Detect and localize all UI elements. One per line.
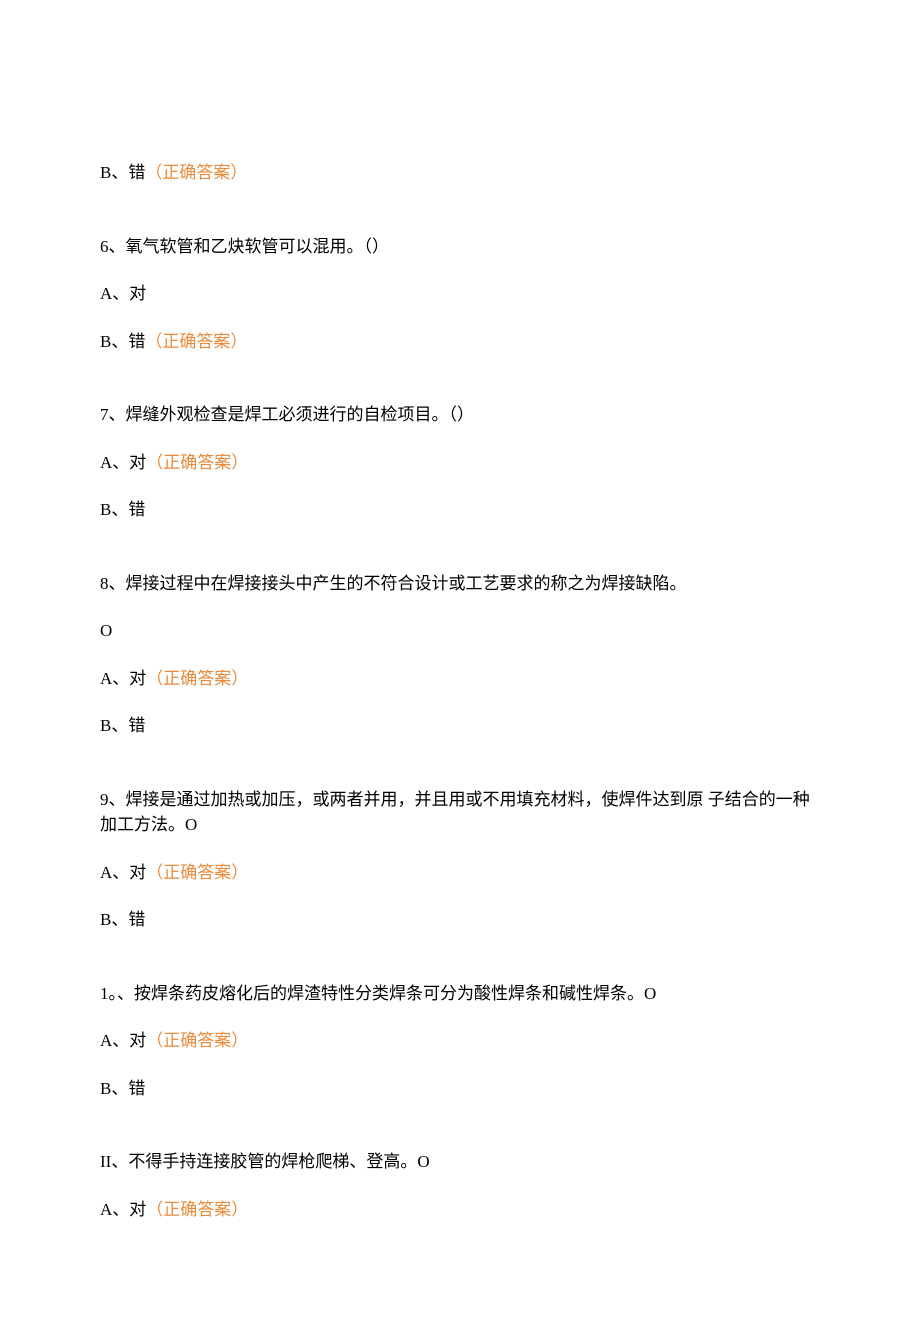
question-8-line2: O	[100, 618, 820, 644]
option-a-q11: A、对（正确答案）	[100, 1197, 820, 1223]
option-b-text: B、错	[100, 1079, 145, 1098]
question-7: 7、焊缝外观检查是焊工必须进行的自检项目。（）	[100, 402, 820, 428]
option-a-q10: A、对（正确答案）	[100, 1028, 820, 1054]
option-b-text: B、错	[100, 332, 145, 351]
option-a-q7: A、对（正确答案）	[100, 450, 820, 476]
option-a-q6: A、对	[100, 281, 820, 307]
question-6: 6、氧气软管和乙炔软管可以混用。（）	[100, 234, 820, 260]
correct-answer-label: （正确答案）	[146, 1200, 248, 1219]
option-a-text: A、对	[100, 453, 146, 472]
option-b-text: B、错	[100, 163, 145, 182]
question-text: 8、焊接过程中在焊接接头中产生的不符合设计或工艺要求的称之为焊接缺陷。	[100, 574, 687, 593]
option-a-q8: A、对（正确答案）	[100, 666, 820, 692]
correct-answer-label: （正确答案）	[146, 863, 248, 882]
option-b-q6: B、错（正确答案）	[100, 329, 820, 355]
option-b-q10: B、错	[100, 1076, 820, 1102]
option-b-line: B、错（正确答案）	[100, 160, 820, 186]
correct-answer-label: （正确答案）	[145, 332, 247, 351]
question-text: 7、焊缝外观检查是焊工必须进行的自检项目。（）	[100, 405, 474, 424]
option-a-text: A、对	[100, 1200, 146, 1219]
option-b-text: B、错	[100, 716, 145, 735]
question-8-line1: 8、焊接过程中在焊接接头中产生的不符合设计或工艺要求的称之为焊接缺陷。	[100, 571, 820, 597]
option-b-q7: B、错	[100, 497, 820, 523]
option-b-q9: B、错	[100, 907, 820, 933]
option-a-text: A、对	[100, 863, 146, 882]
option-b-text: B、错	[100, 500, 145, 519]
correct-answer-label: （正确答案）	[146, 669, 248, 688]
option-b-text: B、错	[100, 910, 145, 929]
option-a-text: A、对	[100, 1031, 146, 1050]
option-a-text: A、对	[100, 284, 146, 303]
question-11: II、不得手持连接胶管的焊枪爬梯、登高。O	[100, 1149, 820, 1175]
option-a-text: A、对	[100, 669, 146, 688]
question-text: II、不得手持连接胶管的焊枪爬梯、登高。O	[100, 1152, 430, 1171]
correct-answer-label: （正确答案）	[145, 163, 247, 182]
correct-answer-label: （正确答案）	[146, 1031, 248, 1050]
question-text: 6、氧气软管和乙炔软管可以混用。（）	[100, 237, 389, 256]
question-text: 9、焊接是通过加热或加压，或两者并用，并且用或不用填充材料，使焊件达到原 子结合…	[100, 790, 810, 835]
option-a-q9: A、对（正确答案）	[100, 860, 820, 886]
question-9: 9、焊接是通过加热或加压，或两者并用，并且用或不用填充材料，使焊件达到原 子结合…	[100, 787, 820, 838]
question-10: 1。、按焊条药皮熔化后的焊渣特性分类焊条可分为酸性焊条和碱性焊条。O	[100, 981, 820, 1007]
option-b-q8: B、错	[100, 713, 820, 739]
question-text: O	[100, 621, 112, 640]
question-text: 1。、按焊条药皮熔化后的焊渣特性分类焊条可分为酸性焊条和碱性焊条。O	[100, 984, 656, 1003]
correct-answer-label: （正确答案）	[146, 453, 248, 472]
